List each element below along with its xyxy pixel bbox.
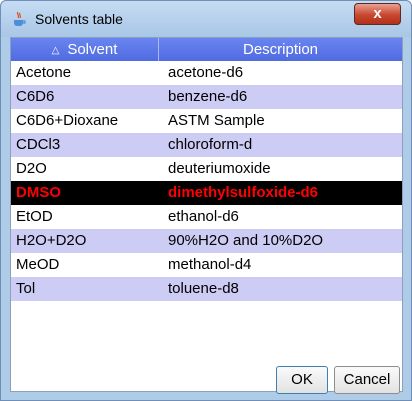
table-row[interactable]: CDCl3 chloroform-d bbox=[11, 133, 402, 157]
close-button[interactable]: x bbox=[354, 3, 401, 25]
solvent-cell: MeOD bbox=[16, 256, 60, 273]
table-row[interactable]: C6D6+Dioxane ASTM Sample bbox=[11, 109, 402, 133]
solvent-cell: Acetone bbox=[16, 64, 72, 81]
solvent-cell: Tol bbox=[16, 280, 36, 297]
description-cell: dimethylsulfoxide-d6 bbox=[168, 184, 319, 201]
solvent-cell: DMSO bbox=[16, 184, 61, 201]
ok-button[interactable]: OK bbox=[276, 366, 328, 394]
table-row[interactable]: Tol toluene-d8 bbox=[11, 277, 402, 301]
dialog-content: △ Solvent Description Acetone acetone-d6 C6… bbox=[10, 37, 403, 394]
table-row[interactable]: D2O deuteriumoxide bbox=[11, 157, 402, 181]
description-cell: acetone-d6 bbox=[168, 64, 244, 81]
description-cell: deuteriumoxide bbox=[168, 160, 271, 177]
column-header-label: Description bbox=[242, 41, 319, 58]
description-cell: toluene-d8 bbox=[168, 280, 239, 297]
solvent-cell: CDCl3 bbox=[16, 136, 61, 153]
description-cell: ethanol-d6 bbox=[168, 208, 239, 225]
solvent-cell: C6D6+Dioxane bbox=[16, 112, 119, 129]
column-header-solvent[interactable]: △ Solvent bbox=[11, 38, 159, 61]
cancel-button[interactable]: Cancel bbox=[334, 366, 400, 394]
description-cell: 90%H2O and 10%D2O bbox=[168, 232, 324, 249]
table-body: Acetone acetone-d6 C6D6 benzene-d6 C6D6+Diox… bbox=[11, 61, 402, 301]
table-row[interactable]: Acetone acetone-d6 bbox=[11, 61, 402, 85]
solvent-cell: C6D6 bbox=[16, 88, 55, 105]
column-header-description[interactable]: Description bbox=[159, 38, 402, 61]
table-row[interactable]: MeOD methanol-d4 bbox=[11, 253, 402, 277]
table-row[interactable]: H2O+D2O 90%H2O and 10%D2O bbox=[11, 229, 402, 253]
solvent-cell: D2O bbox=[16, 160, 47, 177]
close-icon: x bbox=[373, 5, 382, 22]
table-row-selected[interactable]: DMSO dimethylsulfoxide-d6 bbox=[11, 181, 402, 205]
table-header: △ Solvent Description bbox=[11, 38, 402, 61]
description-cell: ASTM Sample bbox=[168, 112, 265, 129]
table-row[interactable]: EtOD ethanol-d6 bbox=[11, 205, 402, 229]
sort-ascending-icon: △ bbox=[51, 45, 60, 56]
window-title: Solvents table bbox=[35, 11, 123, 27]
dialog-window: Solvents table x △ Solvent Description Ac… bbox=[0, 0, 412, 401]
description-cell: chloroform-d bbox=[168, 136, 253, 153]
solvent-cell: EtOD bbox=[16, 208, 53, 225]
java-cup-icon bbox=[14, 11, 26, 26]
column-header-label: Solvent bbox=[67, 41, 118, 58]
table-row[interactable]: C6D6 benzene-d6 bbox=[11, 85, 402, 109]
solvent-cell: H2O+D2O bbox=[16, 232, 87, 249]
description-cell: methanol-d4 bbox=[168, 256, 252, 273]
description-cell: benzene-d6 bbox=[168, 88, 248, 105]
title-bar[interactable]: Solvents table x bbox=[1, 1, 411, 37]
